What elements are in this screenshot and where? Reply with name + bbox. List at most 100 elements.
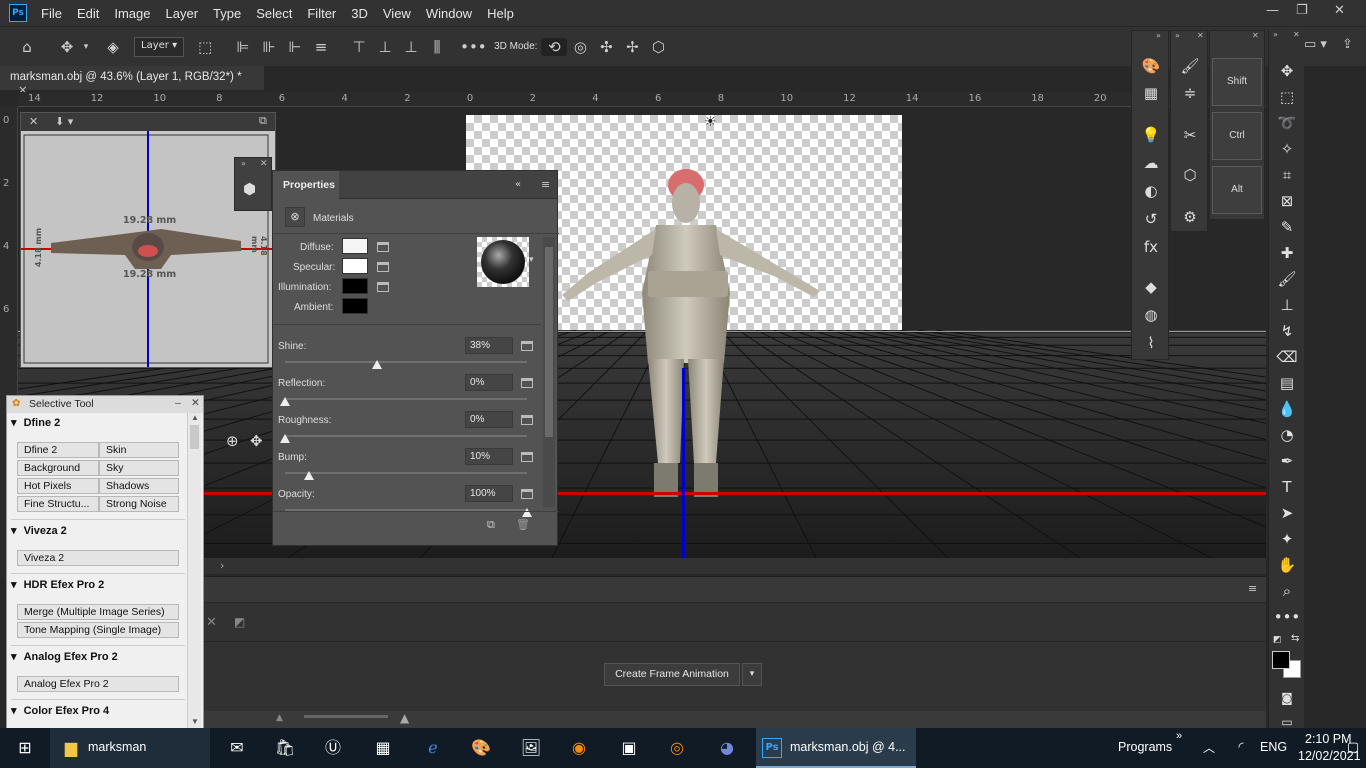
notifications-icon[interactable]: ▢ xyxy=(1340,736,1366,760)
close-icon[interactable]: ✕ xyxy=(29,115,38,128)
3d-model-figure[interactable] xyxy=(548,163,828,503)
menu-type[interactable]: Type xyxy=(213,6,241,21)
shine-slider-thumb[interactable] xyxy=(371,360,382,369)
frame-tool-icon[interactable]: ⊠ xyxy=(1269,189,1305,213)
blur-tool-icon[interactable]: 💧 xyxy=(1269,397,1305,421)
tool-presets-icon[interactable]: ✂ xyxy=(1175,124,1205,146)
roughness-slider-thumb[interactable] xyxy=(280,434,290,443)
new-material-icon[interactable]: ⧉ xyxy=(487,518,495,532)
share-icon[interactable]: ⇪ xyxy=(1342,37,1353,52)
type-tool-icon[interactable]: T xyxy=(1269,475,1305,499)
close-icon[interactable]: ✕ xyxy=(1197,31,1204,40)
menu-window[interactable]: Window xyxy=(426,6,472,21)
viveza-2-button[interactable]: Viveza 2 xyxy=(17,550,179,566)
fine-structure-button[interactable]: Fine Structu... xyxy=(17,496,99,512)
language-indicator[interactable]: ENG xyxy=(1260,740,1287,754)
bump-slider-thumb[interactable] xyxy=(304,471,315,480)
reflection-slider-track[interactable] xyxy=(285,398,527,400)
toolbar-expand-icon[interactable]: » xyxy=(1176,730,1182,742)
group-viveza[interactable]: ▾ Viveza 2 xyxy=(11,524,67,537)
windows-start-icon[interactable]: ⊞ xyxy=(12,736,38,760)
expand-icon[interactable]: » xyxy=(1175,31,1180,40)
brush-settings-icon[interactable]: 🖌 xyxy=(1175,55,1205,77)
diffuse-texture-icon[interactable] xyxy=(377,242,389,252)
default-colors-icon[interactable]: ◩ xyxy=(1273,635,1282,645)
zoom-tool-icon[interactable]: ⌕ xyxy=(1269,579,1305,603)
reflection-field[interactable]: 0% xyxy=(465,374,513,391)
swap-colors-icon[interactable]: ⇆ xyxy=(1291,633,1299,644)
zoom-in-icon[interactable]: ▲ xyxy=(400,711,409,725)
zoom-out-icon[interactable]: ▲ xyxy=(276,713,283,723)
styles-panel-icon[interactable]: fx xyxy=(1136,236,1166,258)
unreal-engine-icon[interactable]: Ⓤ xyxy=(320,736,346,760)
alt-key-button[interactable]: Alt xyxy=(1212,166,1262,214)
color-panel-icon[interactable]: 🎨 xyxy=(1136,55,1166,77)
pan-3d-icon[interactable]: ✣ xyxy=(593,38,619,56)
sky-button[interactable]: Sky xyxy=(99,460,179,476)
restore-icon[interactable]: ❐ xyxy=(1296,3,1308,18)
dodge-tool-icon[interactable]: ◔ xyxy=(1269,423,1305,447)
expand-icon[interactable]: » xyxy=(241,159,246,168)
align-right-icon[interactable]: ⊩ xyxy=(282,38,308,56)
control-panel-icon[interactable]: ▣ xyxy=(616,736,642,760)
distribute-icon[interactable]: ≡ xyxy=(308,38,334,56)
shine-texture-icon[interactable] xyxy=(521,341,533,351)
strong-noise-button[interactable]: Strong Noise xyxy=(99,496,179,512)
show-hidden-icons-icon[interactable]: ︿ xyxy=(1196,736,1222,760)
magic-wand-tool-icon[interactable]: ✧ xyxy=(1269,137,1305,161)
close-icon[interactable]: ✕ xyxy=(1334,3,1345,18)
menu-file[interactable]: File xyxy=(41,6,62,21)
group-hdr-efex[interactable]: ▾ HDR Efex Pro 2 xyxy=(11,578,104,591)
minimize-icon[interactable]: – xyxy=(175,397,181,409)
chevron-down-icon[interactable]: ▾ xyxy=(742,663,762,686)
panel-menu-icon[interactable]: ≡ xyxy=(1248,582,1257,595)
expand-icon[interactable]: » xyxy=(1273,30,1278,39)
clone-stamp-tool-icon[interactable]: ⊥ xyxy=(1269,293,1305,317)
specular-swatch[interactable] xyxy=(342,258,368,274)
eyedropper-tool-icon[interactable]: ✎ xyxy=(1269,215,1305,239)
wifi-icon[interactable]: ◜ xyxy=(1228,736,1254,760)
roughness-slider-track[interactable] xyxy=(285,435,527,437)
close-icon[interactable]: ✕ xyxy=(1252,31,1259,40)
close-icon[interactable]: ✕ xyxy=(191,397,200,409)
marquee-tool-icon[interactable]: ⬚ xyxy=(1269,85,1305,109)
lasso-tool-icon[interactable]: ➰ xyxy=(1269,111,1305,135)
programs-toolbar[interactable]: Programs xyxy=(1118,740,1172,754)
dfine-2-button[interactable]: Dfine 2 xyxy=(17,442,99,458)
properties-tab[interactable]: Properties xyxy=(273,171,339,199)
analog-efex-button[interactable]: Analog Efex Pro 2 xyxy=(17,676,179,692)
panel-menu-icon[interactable]: ≡ xyxy=(541,178,550,191)
align-left-icon[interactable]: ⊫ xyxy=(230,38,256,56)
align-center-icon[interactable]: ⊪ xyxy=(256,38,282,56)
scale-3d-icon[interactable]: ⬡ xyxy=(645,38,671,56)
bump-field[interactable]: 10% xyxy=(465,448,513,465)
scroll-right-icon[interactable]: › xyxy=(220,559,224,572)
roll-3d-icon[interactable]: ◎ xyxy=(567,38,593,56)
more-options-icon[interactable]: ••• xyxy=(460,38,487,56)
distribute-vertical-icon[interactable]: ⫼ xyxy=(424,38,450,56)
channels-panel-icon[interactable]: ◍ xyxy=(1136,304,1166,326)
menu-edit[interactable]: Edit xyxy=(77,6,99,21)
chevron-down-icon[interactable]: ▾ xyxy=(529,255,534,265)
auto-select-icon[interactable]: ◈ xyxy=(100,38,126,56)
learn-panel-icon[interactable]: 💡 xyxy=(1136,124,1166,146)
light-icon[interactable]: ☀ xyxy=(704,114,717,130)
zoom-slider[interactable] xyxy=(304,715,388,718)
opacity-slider-thumb[interactable] xyxy=(522,508,532,517)
shift-key-button[interactable]: Shift xyxy=(1212,58,1262,106)
align-bottom-icon[interactable]: ⊥ xyxy=(398,38,424,56)
opacity-field[interactable]: 100% xyxy=(465,485,513,502)
ctrl-key-button[interactable]: Ctrl xyxy=(1212,112,1262,160)
widget-orbit-icon[interactable]: ⊕ xyxy=(226,432,239,450)
tone-mapping-button[interactable]: Tone Mapping (Single Image) xyxy=(17,622,179,638)
skin-button[interactable]: Skin xyxy=(99,442,179,458)
scrollbar-thumb[interactable] xyxy=(190,425,199,449)
paint-icon[interactable]: 🎨 xyxy=(468,736,494,760)
shadows-button[interactable]: Shadows xyxy=(99,478,179,494)
group-analog-efex[interactable]: ▾ Analog Efex Pro 2 xyxy=(11,650,118,663)
expand-icon[interactable]: » xyxy=(1156,31,1161,40)
align-middle-icon[interactable]: ⊥ xyxy=(372,38,398,56)
calendar-icon[interactable]: ▦ xyxy=(370,736,396,760)
brushes-icon[interactable]: ≑ xyxy=(1175,82,1205,104)
swatches-panel-icon[interactable]: ▦ xyxy=(1136,82,1166,104)
